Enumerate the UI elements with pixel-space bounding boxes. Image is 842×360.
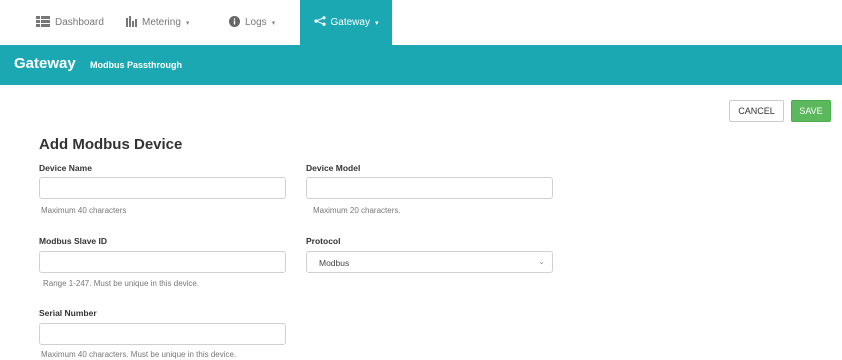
nav-metering-label: Metering [142,17,181,28]
device-name-input[interactable] [39,177,286,199]
page-title: Gateway [14,55,76,72]
save-button[interactable]: SAVE [791,100,831,122]
bar-chart-icon [126,15,137,30]
share-nodes-icon [313,16,326,29]
device-name-label: Device Name [39,163,92,173]
device-model-help: Maximum 20 characters. [313,206,401,215]
nav-dashboard-label: Dashboard [55,17,104,28]
slave-id-input[interactable] [39,251,286,273]
cancel-button[interactable]: CANCEL [729,100,784,122]
chevron-down-icon: ⌄ [538,257,545,266]
nav-logs-label: Logs [245,17,267,28]
nav-gateway[interactable]: Gateway ▾ [300,0,392,45]
dashboard-icon [36,15,50,30]
protocol-label: Protocol [306,236,341,246]
nav-gateway-label: Gateway [330,17,370,28]
slave-id-help: Range 1-247. Must be unique in this devi… [43,279,200,288]
info-icon [229,15,240,30]
nav-dashboard[interactable]: Dashboard [36,0,104,45]
nav-logs[interactable]: Logs ▾ [229,0,275,45]
serial-number-label: Serial Number [39,308,97,318]
nav-metering[interactable]: Metering ▾ [126,0,189,45]
protocol-selected-value: Modbus [319,258,350,268]
protocol-select[interactable]: Modbus ⌄ [306,251,553,273]
device-model-label: Device Model [306,163,361,173]
chevron-down-icon: ▾ [271,19,276,27]
device-model-input[interactable] [306,177,553,199]
page-header: Gateway Modbus Passthrough [0,45,842,85]
serial-number-help: Maximum 40 characters. Must be unique in… [41,350,237,359]
device-name-help: Maximum 40 characters [41,206,127,215]
chevron-down-icon: ▾ [374,19,379,27]
chevron-down-icon: ▾ [185,19,190,27]
serial-number-input[interactable] [39,323,286,345]
form-title: Add Modbus Device [39,136,183,153]
top-nav: Dashboard Metering ▾ Logs ▾ Gateway ▾ [0,0,842,45]
slave-id-label: Modbus Slave ID [39,236,108,246]
page-subtitle: Modbus Passthrough [90,60,182,70]
